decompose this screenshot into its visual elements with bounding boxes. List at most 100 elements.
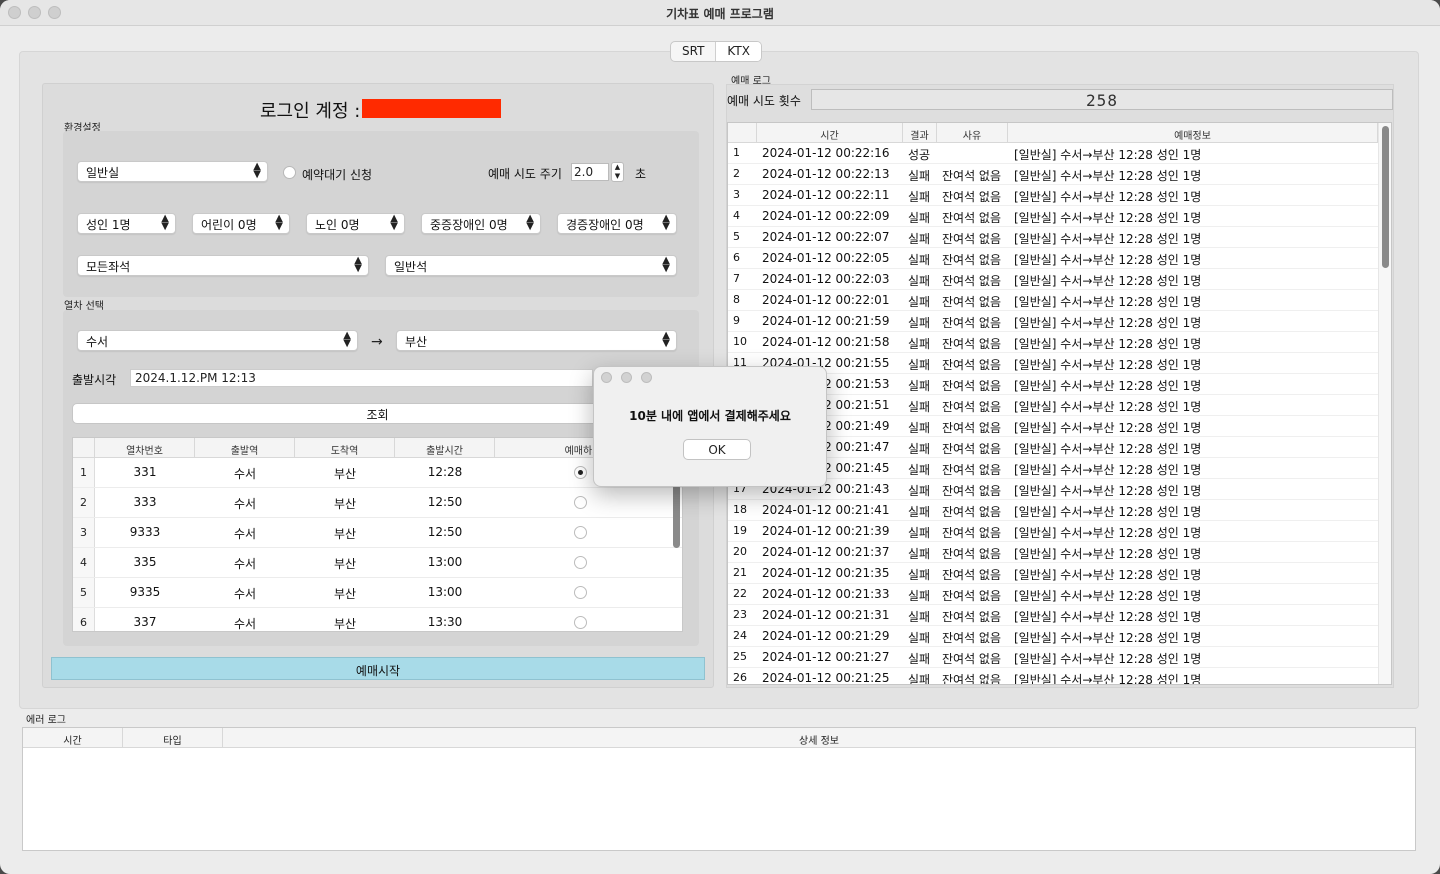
log-result: 실패 [908,631,931,645]
tab-ktx[interactable]: KTX [715,42,761,61]
child-count-select[interactable]: 어린이 0명 ▲ ▼ [192,213,290,234]
log-row[interactable]: 24 2024-01-12 00:21:29 실패 잔여석 없음 [일반실] 수서→부산… [728,626,1378,647]
dialog-ok-button[interactable]: OK [683,439,751,460]
interval-input[interactable]: 2.0 [571,163,609,181]
book-radio[interactable] [574,586,587,599]
log-row[interactable]: 8 2024-01-12 00:22:01 실패 잔여석 없음 [일반실] 수서→부산 … [728,290,1378,311]
log-row[interactable]: 25 2024-01-12 00:21:27 실패 잔여석 없음 [일반실] 수서→부산… [728,647,1378,668]
seat-type-select[interactable]: 모든좌석 ▲ ▼ [77,255,369,276]
log-row-number: 8 [733,293,740,306]
log-row[interactable]: 10 2024-01-12 00:21:58 실패 잔여석 없음 [일반실] 수서→부산… [728,332,1378,353]
book-radio[interactable] [574,526,587,539]
log-table-scrollbar[interactable] [1382,126,1389,268]
column-header[interactable]: 타입 [123,728,223,748]
log-info: [일반실] 수서→부산 12:28 성인 1명 [1014,232,1202,246]
arrival-station-select[interactable]: 부산 ▲ ▼ [396,330,677,351]
app-window: 기차표 예매 프로그램 SRT KTX 로그인 계정 : 환경설정 일반실 ▲ ▼… [0,0,1440,874]
column-header[interactable]: 출발시간 [395,438,495,458]
log-reason: 잔여석 없음 [942,505,1002,519]
log-time: 2024-01-12 00:22:13 [762,167,890,181]
log-result: 실패 [908,379,931,393]
log-row[interactable]: 1 2024-01-12 00:22:16 성공 [일반실] 수서→부산 12:28 … [728,143,1378,164]
login-account-label: 로그인 계정 : [260,101,361,122]
start-booking-button[interactable]: 예매시작 [51,657,705,680]
log-info: [일반실] 수서→부산 12:28 성인 1명 [1014,505,1202,519]
log-row-number: 1 [733,146,740,159]
log-row-number: 9 [733,314,740,327]
column-header[interactable]: 예매정보 [1008,123,1378,143]
dialog-close-button[interactable] [601,372,612,383]
log-result: 성공 [908,148,931,162]
tab-srt[interactable]: SRT [671,42,715,61]
book-radio[interactable] [574,556,587,569]
error-log-table: 시간 타입 상세 정보 [22,727,1416,851]
log-row[interactable]: 3 2024-01-12 00:22:11 실패 잔여석 없음 [일반실] 수서→부산 … [728,185,1378,206]
train-table: 열차번호 출발역 도착역 출발시간 예매하기 1 331 수서 부산 12:28 2 333… [72,437,683,632]
column-header[interactable]: 도착역 [295,438,395,458]
book-radio[interactable] [574,496,587,509]
waitlist-checkbox[interactable] [283,166,296,179]
dialog-zoom-button[interactable] [641,372,652,383]
log-result: 실패 [908,421,931,435]
seat-class-value: 일반실 [86,166,120,180]
row-number: 2 [73,488,95,518]
train-table-scrollbar[interactable] [673,484,680,548]
log-row[interactable]: 23 2024-01-12 00:21:31 실패 잔여석 없음 [일반실] 수서→부산… [728,605,1378,626]
log-info: [일반실] 수서→부산 12:28 성인 1명 [1014,274,1202,288]
log-row[interactable]: 22 2024-01-12 00:21:33 실패 잔여석 없음 [일반실] 수서→부산… [728,584,1378,605]
dialog-minimize-button[interactable] [621,372,632,383]
log-row[interactable]: 7 2024-01-12 00:22:03 실패 잔여석 없음 [일반실] 수서→부산 … [728,269,1378,290]
book-radio[interactable] [574,466,587,479]
log-row-number: 18 [733,503,747,516]
log-info: [일반실] 수서→부산 12:28 성인 1명 [1014,631,1202,645]
column-header[interactable]: 결과 [903,123,937,143]
log-info: [일반실] 수서→부산 12:28 성인 1명 [1014,526,1202,540]
log-row-number: 2 [733,167,740,180]
mild-disabled-count-select[interactable]: 경증장애인 0명 ▲ ▼ [557,213,677,234]
log-row-number: 22 [733,587,747,600]
log-time: 2024-01-12 00:21:58 [762,335,890,349]
column-header[interactable]: 상세 정보 [223,728,1415,748]
log-reason: 잔여석 없음 [942,274,1002,288]
log-row[interactable]: 2 2024-01-12 00:22:13 실패 잔여석 없음 [일반실] 수서→부산 … [728,164,1378,185]
log-row[interactable]: 20 2024-01-12 00:21:37 실패 잔여석 없음 [일반실] 수서→부산… [728,542,1378,563]
search-button[interactable]: 조회 [72,403,683,424]
train-cell-from: 수서 [233,467,257,481]
log-row[interactable]: 6 2024-01-12 00:22:05 실패 잔여석 없음 [일반실] 수서→부산 … [728,248,1378,269]
log-reason: 잔여석 없음 [942,358,1002,372]
senior-count-select[interactable]: 노인 0명 ▲ ▼ [306,213,405,234]
log-info: [일반실] 수서→부산 12:28 성인 1명 [1014,673,1202,685]
adult-count-select[interactable]: 성인 1명 ▲ ▼ [77,213,176,234]
log-row[interactable]: 21 2024-01-12 00:21:35 실패 잔여석 없음 [일반실] 수서→부산… [728,563,1378,584]
departure-station-select[interactable]: 수서 ▲ ▼ [77,330,358,351]
log-row[interactable]: 5 2024-01-12 00:22:07 실패 잔여석 없음 [일반실] 수서→부산 … [728,227,1378,248]
log-info: [일반실] 수서→부산 12:28 성인 1명 [1014,484,1202,498]
log-row[interactable]: 18 2024-01-12 00:21:41 실패 잔여석 없음 [일반실] 수서→부산… [728,500,1378,521]
train-cell-time: 13:00 [427,585,463,599]
log-reason: 잔여석 없음 [942,526,1002,540]
seat-class-select[interactable]: 일반실 ▲ ▼ [77,161,268,182]
train-cell-train: 9335 [129,585,161,599]
interval-stepper[interactable]: ▲ ▼ [611,162,624,182]
log-result: 실패 [908,589,931,603]
log-row[interactable]: 19 2024-01-12 00:21:39 실패 잔여석 없음 [일반실] 수서→부산… [728,521,1378,542]
column-header[interactable]: 열차번호 [95,438,195,458]
train-cell-from: 수서 [233,617,257,631]
log-row[interactable]: 4 2024-01-12 00:22:09 실패 잔여석 없음 [일반실] 수서→부산 … [728,206,1378,227]
column-header[interactable]: 출발역 [195,438,295,458]
column-header[interactable]: 시간 [757,123,903,143]
log-time: 2024-01-12 00:21:25 [762,671,890,685]
column-header[interactable]: 시간 [23,728,123,748]
book-radio[interactable] [574,616,587,629]
log-row[interactable]: 26 2024-01-12 00:21:25 실패 잔여석 없음 [일반실] 수서→부산… [728,668,1378,685]
depart-time-input[interactable]: 2024.1.12.PM 12:13 [130,369,593,387]
car-type-select[interactable]: 일반석 ▲ ▼ [385,255,677,276]
table-corner [73,438,95,458]
log-reason: 잔여석 없음 [942,400,1002,414]
log-row[interactable]: 9 2024-01-12 00:21:59 실패 잔여석 없음 [일반실] 수서→부산 … [728,311,1378,332]
log-time: 2024-01-12 00:21:41 [762,503,890,517]
updown-chevron-icon: ▲ ▼ [390,213,398,232]
severe-disabled-count-select[interactable]: 중증장애인 0명 ▲ ▼ [421,213,541,234]
train-cell-time: 13:30 [427,615,463,629]
column-header[interactable]: 사유 [937,123,1008,143]
